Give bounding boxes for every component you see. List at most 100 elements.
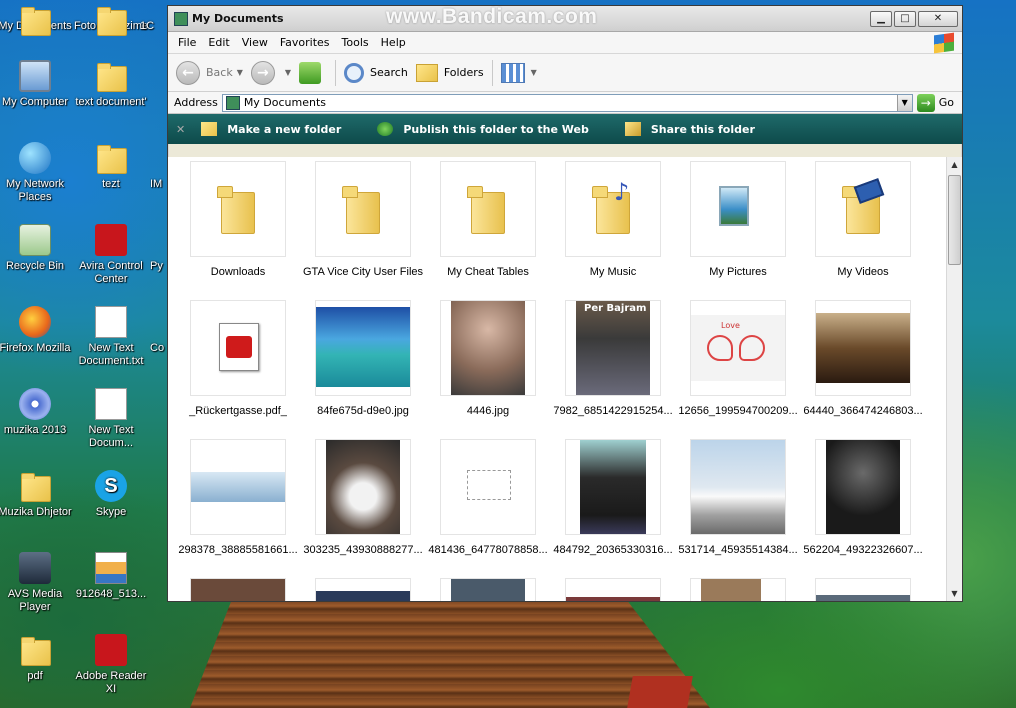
file-item-partial[interactable] (303, 578, 423, 601)
views-dropdown-icon[interactable]: ▼ (531, 68, 537, 77)
desktop-icon-foto-tperzime[interactable]: Foto T'Perzime (72, 4, 150, 36)
vertical-scrollbar[interactable]: ▲ ▼ (946, 157, 962, 601)
thumbnail (440, 578, 536, 601)
folders-label: Folders (443, 66, 484, 79)
desktop-icon-tezt[interactable]: tezt (72, 142, 150, 191)
desktop-icon-muzika-2013[interactable]: muzika 2013 (0, 388, 74, 437)
file-item-partial[interactable] (178, 578, 298, 601)
desktop-icon-recycle-bin[interactable]: Recycle Bin (0, 224, 74, 273)
scroll-down-icon[interactable]: ▼ (947, 586, 962, 601)
go-button[interactable]: → Go (916, 93, 954, 112)
file-item-4446[interactable]: 4446.jpg (428, 300, 548, 417)
thumbnail (815, 439, 911, 535)
file-item-531714[interactable]: 531714_45935514384... (678, 439, 798, 556)
file-item-partial[interactable] (803, 578, 923, 601)
close-button[interactable]: ✕ (918, 10, 958, 27)
desktop-icon-new-text-document[interactable]: New Text Document.txt (72, 306, 150, 368)
network-icon (19, 142, 51, 174)
file-item-484792[interactable]: 484792_20365330316... (553, 439, 673, 556)
close-tasks-icon[interactable]: ✕ (176, 123, 185, 136)
views-button[interactable]: ▼ (500, 62, 537, 83)
desktop-icon-avira[interactable]: Avira Control Center (72, 224, 150, 286)
back-button[interactable]: ← Back ▼ (176, 60, 243, 85)
go-label: Go (938, 96, 954, 109)
explorer-window[interactable]: My Documents ▁ □ ✕ File Edit View Favori… (167, 5, 963, 602)
desktop-icon-adobe-reader[interactable]: Adobe Reader XI (72, 634, 150, 696)
back-dropdown-icon[interactable]: ▼ (237, 68, 243, 77)
desktop-icon-firefox[interactable]: Firefox Mozilla (0, 306, 74, 355)
file-item-my-videos[interactable]: My Videos (803, 161, 923, 278)
desktop-icon-my-documents[interactable]: My Documents (0, 4, 74, 36)
photo-caption: Per Bajram (584, 303, 647, 314)
thumbnail (690, 578, 786, 601)
forward-dropdown-icon[interactable]: ▼ (285, 68, 291, 77)
desktop-icon-avs-media-player[interactable]: AVS Media Player (0, 552, 74, 614)
scroll-thumb[interactable] (948, 175, 961, 265)
file-label: My Videos (837, 266, 889, 278)
desktop-icon-pdf[interactable]: pdf (0, 634, 74, 683)
menu-edit[interactable]: Edit (204, 36, 237, 49)
minimize-button[interactable]: ▁ (870, 10, 892, 27)
image-file-icon (95, 552, 127, 584)
desktop-icon-label: Firefox Mozilla (0, 342, 71, 354)
scroll-up-icon[interactable]: ▲ (947, 157, 962, 172)
up-folder-icon (299, 61, 322, 84)
desktop-icon-1c[interactable]: 1C (140, 4, 170, 33)
file-item-pdf[interactable]: _Rückertgasse.pdf_ (178, 300, 298, 417)
menu-help[interactable]: Help (377, 36, 414, 49)
file-item-7982[interactable]: Per Bajram 7982_6851422915254... (553, 300, 673, 417)
file-item-my-cheat-tables[interactable]: My Cheat Tables (428, 161, 548, 278)
desktop-icon-label: Avira Control Center (79, 260, 143, 285)
desktop-icon-label: Recycle Bin (5, 260, 65, 272)
file-label: 84fe675d-d9e0.jpg (317, 405, 409, 417)
adobe-reader-icon (95, 634, 127, 666)
file-item-my-pictures[interactable]: My Pictures (678, 161, 798, 278)
folder-icon (140, 4, 170, 16)
folder-icon (19, 4, 51, 36)
file-item-303235[interactable]: 303235_43930888277... (303, 439, 423, 556)
file-item-gta-vice-city[interactable]: GTA Vice City User Files (303, 161, 423, 278)
desktop-icon-label: Co (150, 342, 165, 354)
make-new-folder-task[interactable]: Make a new folder (201, 122, 341, 136)
desktop-icon-new-text-docum[interactable]: New Text Docum... (72, 388, 150, 450)
desktop-icon-skype[interactable]: S Skype (72, 470, 150, 519)
file-item-562204[interactable]: 562204_49322326607... (803, 439, 923, 556)
thumbnail (190, 578, 286, 601)
desktop-icon-my-computer[interactable]: My Computer (0, 60, 74, 109)
file-label: GTA Vice City User Files (303, 266, 423, 278)
publish-folder-task[interactable]: Publish this folder to the Web (377, 122, 589, 136)
search-button[interactable]: Search (344, 62, 408, 83)
share-folder-task[interactable]: Share this folder (624, 122, 755, 136)
menu-view[interactable]: View (238, 36, 276, 49)
file-item-298378[interactable]: 298378_38885581661... (178, 439, 298, 556)
file-item-partial[interactable] (553, 578, 673, 601)
menu-tools[interactable]: Tools (338, 36, 377, 49)
thumbnail: ♪ (565, 161, 661, 257)
file-item-partial[interactable] (678, 578, 798, 601)
menu-favorites[interactable]: Favorites (276, 36, 338, 49)
desktop-icon-muzika-dhjetor[interactable]: Muzika Dhjetor (0, 470, 74, 519)
address-dropdown-icon[interactable]: ▼ (896, 94, 912, 111)
thumbnail (315, 161, 411, 257)
up-folder-button[interactable] (299, 61, 327, 84)
file-item-downloads[interactable]: Downloads (178, 161, 298, 278)
desktop-icon-912648[interactable]: 912648_513... (72, 552, 150, 601)
menu-file[interactable]: File (174, 36, 204, 49)
thumbnail (815, 578, 911, 601)
forward-button[interactable]: → ▼ (250, 60, 291, 85)
file-item-84fe675d[interactable]: 84fe675d-d9e0.jpg (303, 300, 423, 417)
desktop-icon-my-network-places[interactable]: My Network Places (0, 142, 74, 204)
folders-button[interactable]: Folders (415, 63, 484, 82)
media-player-icon (19, 552, 51, 584)
file-item-partial[interactable] (428, 578, 548, 601)
desktop-icon-text-document[interactable]: text document' (72, 60, 150, 109)
thumbnail (315, 578, 411, 601)
thumbnail (690, 161, 786, 257)
file-list-pane[interactable]: Downloads GTA Vice City User Files My Ch… (168, 157, 946, 601)
file-item-my-music[interactable]: ♪ My Music (553, 161, 673, 278)
file-item-64440[interactable]: 64440_366474246803... (803, 300, 923, 417)
maximize-button[interactable]: □ (894, 10, 916, 27)
file-item-481436[interactable]: 481436_64778078858... (428, 439, 548, 556)
address-field[interactable]: My Documents ▼ (221, 93, 913, 112)
file-item-12656[interactable]: Love 12656_199594700209... (678, 300, 798, 417)
